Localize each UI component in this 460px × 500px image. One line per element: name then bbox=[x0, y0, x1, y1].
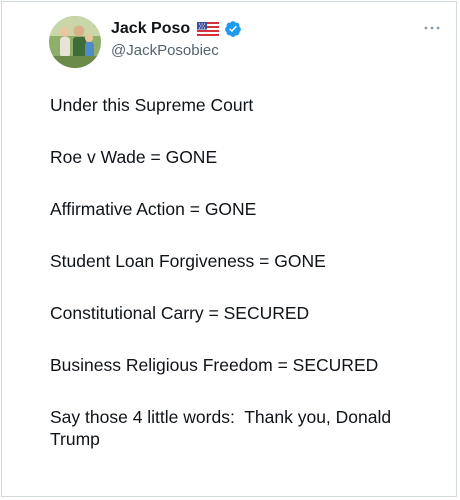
tweet-line: Constitutional Carry = SECURED bbox=[50, 303, 310, 323]
us-flag-icon bbox=[196, 21, 220, 37]
tweet-line: Business Religious Freedom = SECURED bbox=[50, 355, 379, 375]
tweet-line: Roe v Wade = GONE bbox=[50, 147, 218, 167]
verified-badge-icon[interactable] bbox=[224, 20, 242, 38]
display-name[interactable]: Jack Poso bbox=[111, 19, 190, 39]
tweet-line: Affirmative Action = GONE bbox=[50, 199, 257, 219]
more-options-icon[interactable] bbox=[420, 16, 444, 40]
avatar[interactable] bbox=[49, 16, 101, 68]
tweet-header: Jack Poso @JackPosobiec bbox=[2, 2, 456, 82]
tweet-card: Jack Poso @JackPosobiec Under this Supre… bbox=[1, 1, 457, 497]
tweet-line: Say those 4 little words: Thank you, Don… bbox=[50, 407, 396, 449]
author-name-row: Jack Poso bbox=[111, 19, 242, 39]
tweet-text: Under this Supreme Court Roe v Wade = GO… bbox=[50, 94, 445, 450]
avatar-photo bbox=[49, 16, 101, 68]
tweet-line: Student Loan Forgiveness = GONE bbox=[50, 251, 326, 271]
author-handle[interactable]: @JackPosobiec bbox=[111, 41, 219, 61]
tweet-line: Under this Supreme Court bbox=[50, 95, 254, 115]
